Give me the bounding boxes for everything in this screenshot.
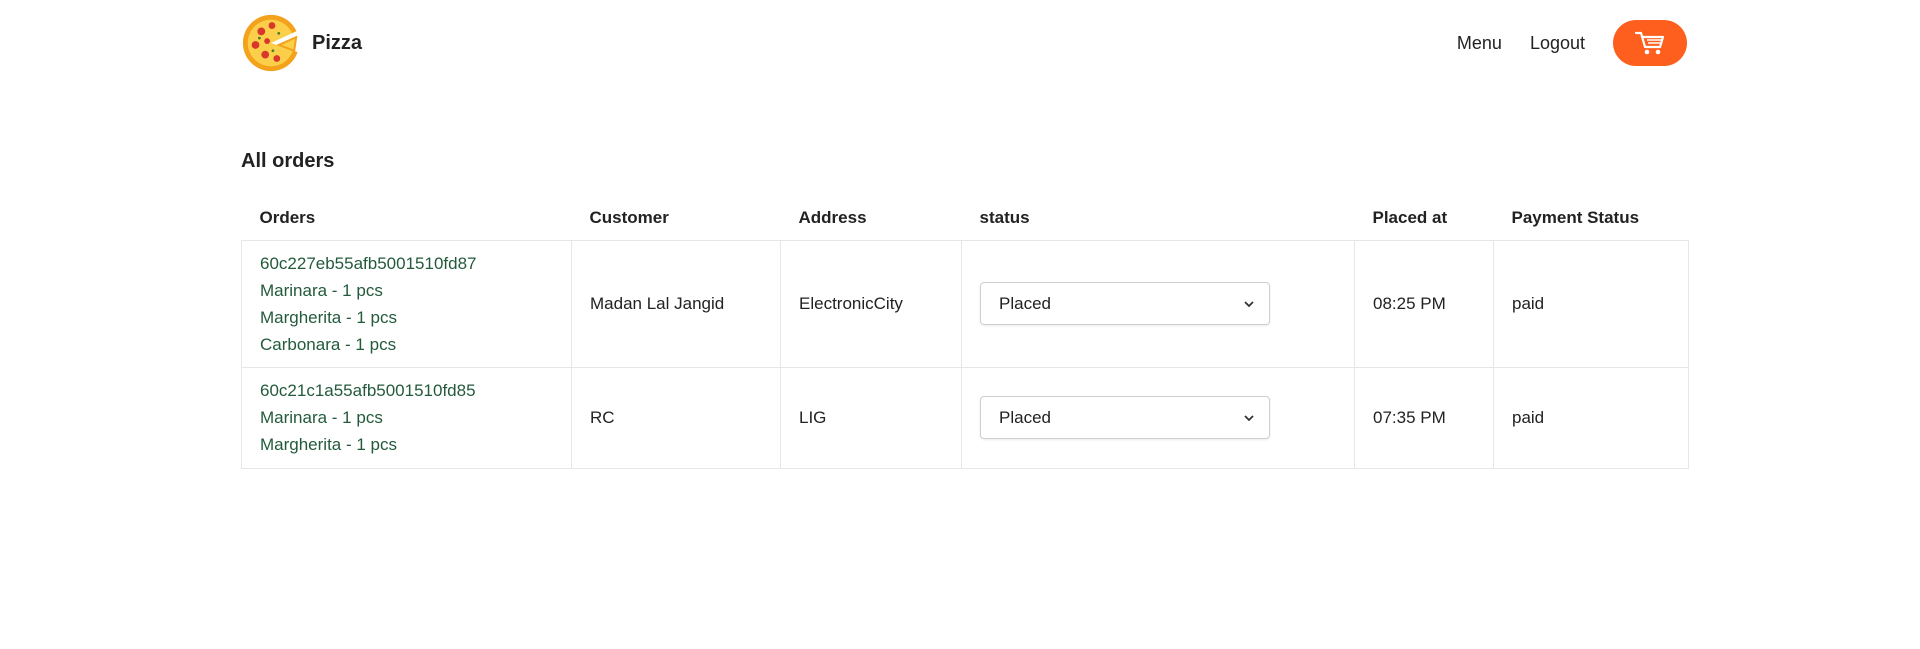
status-cell: Placed (961, 239, 1355, 368)
order-item: Margherita - 1 pcs (260, 307, 397, 327)
cart-icon (1635, 31, 1665, 55)
header-address: Address (780, 200, 962, 241)
table-row: 60c21c1a55afb5001510fd85 Marinara - 1 pc… (241, 366, 1689, 469)
header-status: status (961, 200, 1355, 241)
brand-name: Pizza (312, 31, 363, 54)
order-item: Marinara - 1 pcs (260, 408, 383, 427)
chevron-down-icon (1244, 414, 1254, 421)
order-item: Marinara - 1 pcs (260, 280, 383, 300)
customer-cell: RC (571, 366, 781, 469)
nav-logout-link[interactable]: Logout (1530, 33, 1585, 54)
order-item: Margherita - 1 pcs (260, 435, 397, 454)
table-row: 60c227eb55afb5001510fd87 Marinara - 1 pc… (241, 239, 1689, 368)
cart-button[interactable] (1613, 20, 1687, 66)
chevron-down-icon (1244, 300, 1254, 307)
top-navbar: Pizza Menu Logout (0, 0, 1920, 86)
status-select[interactable]: Placed (980, 396, 1270, 439)
table-header-row: Orders Customer Address status Placed at… (241, 200, 1689, 241)
order-item: Carbonara - 1 pcs (260, 334, 397, 354)
nav-links: Menu Logout (1457, 20, 1687, 66)
pizza-icon (242, 14, 302, 72)
status-select[interactable]: Placed (980, 282, 1270, 325)
order-cell: 60c21c1a55afb5001510fd85 Marinara - 1 pc… (241, 366, 572, 469)
customer-cell: Madan Lal Jangid (571, 239, 781, 368)
page-title: All orders (241, 150, 335, 172)
orders-table: Orders Customer Address status Placed at… (241, 200, 1689, 469)
header-orders: Orders (241, 200, 572, 241)
payment-status-cell: paid (1493, 366, 1689, 469)
placed-at-cell: 08:25 PM (1354, 239, 1494, 368)
address-cell: ElectronicCity (780, 239, 962, 368)
order-id-link[interactable]: 60c21c1a55afb5001510fd85 (260, 377, 553, 404)
status-select-value: Placed (999, 407, 1051, 427)
status-cell: Placed (961, 366, 1355, 469)
placed-at-cell: 07:35 PM (1354, 366, 1494, 469)
order-id-link[interactable]: 60c227eb55afb5001510fd87 (260, 250, 553, 277)
brand-logo[interactable]: Pizza (240, 12, 362, 74)
header-payment-status: Payment Status (1493, 200, 1689, 241)
nav-menu-link[interactable]: Menu (1457, 33, 1502, 54)
address-cell: LIG (780, 366, 962, 469)
header-customer: Customer (571, 200, 781, 241)
status-select-value: Placed (999, 293, 1051, 313)
header-placed-at: Placed at (1354, 200, 1494, 241)
payment-status-cell: paid (1493, 239, 1689, 368)
order-cell: 60c227eb55afb5001510fd87 Marinara - 1 pc… (241, 239, 572, 368)
